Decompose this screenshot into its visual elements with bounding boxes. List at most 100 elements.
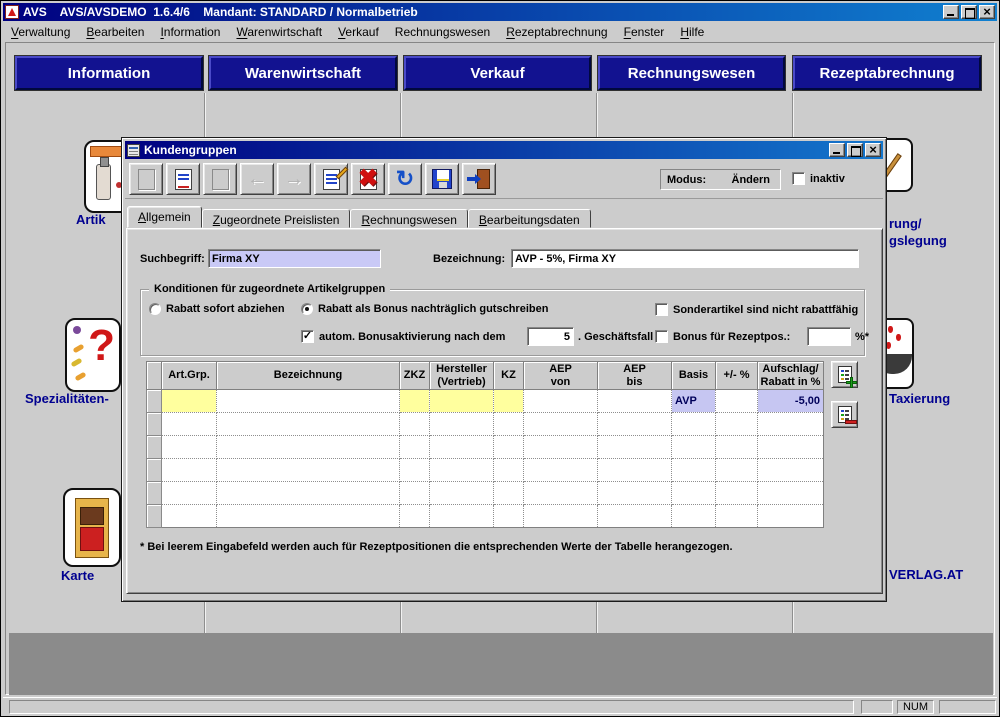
dialog-maximize-button[interactable] — [847, 143, 863, 157]
empty-cell[interactable] — [494, 482, 524, 505]
empty-cell[interactable] — [217, 459, 400, 482]
empty-cell[interactable] — [162, 459, 217, 482]
sonderartikel-checkbox[interactable] — [655, 303, 668, 316]
bezeichnung-input[interactable] — [511, 249, 859, 268]
empty-cell[interactable] — [430, 459, 494, 482]
empty-cell[interactable] — [400, 436, 430, 459]
empty-cell[interactable] — [598, 459, 672, 482]
cell-artgrp[interactable] — [162, 390, 217, 413]
empty-cell[interactable] — [598, 436, 672, 459]
bonus-rezept-checkbox[interactable] — [655, 330, 668, 343]
cell-aep-von[interactable] — [524, 390, 598, 413]
browse-button[interactable] — [166, 163, 200, 195]
spezialitaeten-icon[interactable]: ? — [65, 318, 121, 392]
menu-bearbeiten[interactable]: Bearbeiten — [78, 23, 152, 41]
empty-cell[interactable] — [217, 505, 400, 528]
row-selector[interactable] — [147, 459, 162, 482]
add-row-button[interactable] — [831, 361, 858, 388]
menu-warenwirtschaft[interactable]: Warenwirtschaft — [228, 23, 330, 41]
empty-cell[interactable] — [672, 482, 716, 505]
remove-row-button[interactable] — [831, 401, 858, 428]
tab-rechnungswesen[interactable]: Rechnungswesen — [350, 209, 467, 228]
empty-cell[interactable] — [716, 436, 758, 459]
nav-button-verkauf[interactable]: Verkauf — [404, 56, 591, 90]
empty-cell[interactable] — [217, 482, 400, 505]
menu-rezeptabrechnung[interactable]: Rezeptabrechnung — [498, 23, 615, 41]
empty-cell[interactable] — [758, 413, 824, 436]
dialog-titlebar[interactable]: Kundengruppen — [125, 141, 883, 159]
row-selector[interactable] — [147, 413, 162, 436]
row-selector[interactable] — [147, 505, 162, 528]
empty-cell[interactable] — [494, 459, 524, 482]
copy-button-disabled[interactable] — [203, 163, 237, 195]
row-selector[interactable] — [147, 436, 162, 459]
suchbegriff-input[interactable] — [208, 249, 381, 268]
empty-cell[interactable] — [598, 482, 672, 505]
bonus-rezept-input[interactable] — [807, 327, 851, 346]
row-selector[interactable] — [147, 390, 162, 413]
empty-cell[interactable] — [494, 436, 524, 459]
empty-cell[interactable] — [400, 505, 430, 528]
empty-cell[interactable] — [524, 436, 598, 459]
empty-cell[interactable] — [430, 505, 494, 528]
kartei-icon[interactable] — [63, 488, 121, 567]
empty-cell[interactable] — [524, 459, 598, 482]
nav-button-warenwirtschaft[interactable]: Warenwirtschaft — [209, 56, 397, 90]
empty-cell[interactable] — [758, 459, 824, 482]
empty-cell[interactable] — [716, 482, 758, 505]
empty-cell[interactable] — [672, 505, 716, 528]
empty-cell[interactable] — [716, 459, 758, 482]
row-selector[interactable] — [147, 482, 162, 505]
minimize-button[interactable] — [943, 5, 959, 19]
dialog-minimize-button[interactable] — [829, 143, 845, 157]
empty-cell[interactable] — [716, 413, 758, 436]
empty-cell[interactable] — [598, 505, 672, 528]
inactive-checkbox[interactable] — [792, 172, 805, 185]
cell-basis[interactable]: AVP — [672, 390, 716, 413]
autom-bonus-checkbox[interactable]: ✓ — [301, 330, 314, 343]
empty-cell[interactable] — [524, 413, 598, 436]
new-button-disabled[interactable] — [129, 163, 163, 195]
next-button-disabled[interactable]: → — [277, 163, 311, 195]
menu-verkauf[interactable]: Verkauf — [330, 23, 387, 41]
delete-button[interactable]: ✖ — [351, 163, 385, 195]
empty-cell[interactable] — [672, 436, 716, 459]
nav-button-information[interactable]: Information — [15, 56, 203, 90]
refresh-button[interactable]: ↻ — [388, 163, 422, 195]
edit-button[interactable] — [314, 163, 348, 195]
exit-button[interactable] — [462, 163, 496, 195]
cell-aep-bis[interactable] — [598, 390, 672, 413]
cell-aufschlag[interactable]: -5,00 — [758, 390, 824, 413]
cell-bezeichnung[interactable] — [217, 390, 400, 413]
previous-button-disabled[interactable]: ← — [240, 163, 274, 195]
empty-cell[interactable] — [217, 413, 400, 436]
empty-cell[interactable] — [430, 482, 494, 505]
empty-cell[interactable] — [524, 482, 598, 505]
empty-cell[interactable] — [672, 459, 716, 482]
menu-fenster[interactable]: Fenster — [616, 23, 673, 41]
empty-cell[interactable] — [494, 505, 524, 528]
save-button[interactable] — [425, 163, 459, 195]
empty-cell[interactable] — [494, 413, 524, 436]
tab-zugeordnete-preislisten[interactable]: Zugeordnete Preislisten — [202, 209, 351, 228]
empty-cell[interactable] — [598, 413, 672, 436]
nav-button-rechnungswesen[interactable]: Rechnungswesen — [598, 56, 785, 90]
empty-cell[interactable] — [430, 413, 494, 436]
tab-bearbeitungsdaten[interactable]: Bearbeitungsdaten — [468, 209, 591, 228]
cell-plusminus[interactable] — [716, 390, 758, 413]
empty-cell[interactable] — [716, 505, 758, 528]
empty-cell[interactable] — [758, 436, 824, 459]
empty-cell[interactable] — [217, 436, 400, 459]
empty-cell[interactable] — [162, 413, 217, 436]
empty-cell[interactable] — [400, 482, 430, 505]
rabatt-sofort-radio[interactable] — [149, 303, 161, 315]
empty-cell[interactable] — [524, 505, 598, 528]
menu-hilfe[interactable]: Hilfe — [672, 23, 712, 41]
empty-cell[interactable] — [430, 436, 494, 459]
empty-cell[interactable] — [162, 482, 217, 505]
empty-cell[interactable] — [400, 459, 430, 482]
geschaeftsfall-input[interactable] — [527, 327, 574, 346]
empty-cell[interactable] — [400, 413, 430, 436]
cell-hersteller[interactable] — [430, 390, 494, 413]
rabatt-bonus-radio[interactable] — [301, 303, 313, 315]
